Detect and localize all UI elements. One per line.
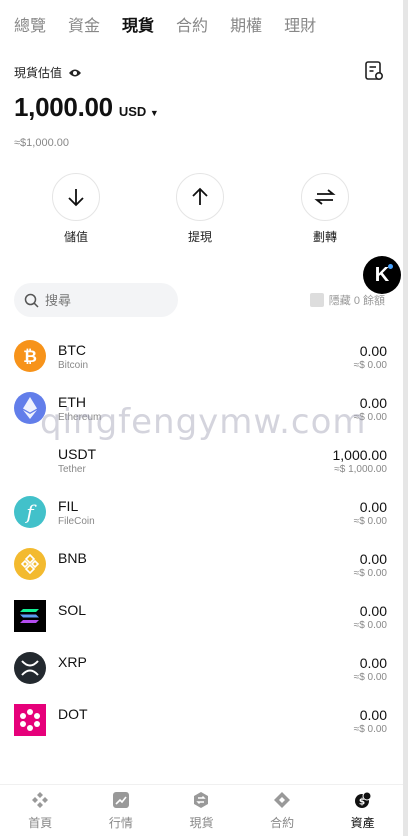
tab-earn[interactable]: 理財 xyxy=(284,12,316,36)
coin-row-usdt[interactable]: USDT Tether 1,000.00 ≈$ 1,000.00 xyxy=(0,440,403,492)
screen-edge xyxy=(403,0,408,836)
fiat-value: ≈$1,000.00 xyxy=(14,137,69,149)
coin-symbol: SOL xyxy=(58,602,87,618)
coin-fiat: ≈$ 0.00 xyxy=(353,724,387,735)
coin-fiat: ≈$ 0.00 xyxy=(353,360,387,371)
arrow-up-icon xyxy=(176,173,224,221)
tab-futures[interactable]: 合約 xyxy=(176,12,208,36)
coin-list: ₿ BTC Bitcoin 0.00 ≈$ 0.00 ETH Ethereum … xyxy=(0,336,403,752)
coin-fiat: ≈$ 1,000.00 xyxy=(334,464,387,475)
report-icon[interactable] xyxy=(363,60,385,82)
coin-row-sol[interactable]: SOL 0.00 ≈$ 0.00 xyxy=(0,596,403,648)
nav-market[interactable]: 行情 xyxy=(81,785,162,836)
coin-fiat: ≈$ 0.00 xyxy=(353,620,387,631)
nav-assets-label: 資產 xyxy=(350,815,375,830)
search-box[interactable] xyxy=(14,283,178,317)
home-icon xyxy=(32,791,49,808)
svg-text:₿: ₿ xyxy=(23,347,37,367)
tab-funding[interactable]: 資金 xyxy=(68,12,100,36)
coin-fiat: ≈$ 0.00 xyxy=(353,672,387,683)
nav-home[interactable]: 首頁 xyxy=(0,785,81,836)
coin-fiat: ≈$ 0.00 xyxy=(353,568,387,579)
nav-futures-label: 合約 xyxy=(270,815,295,830)
top-tabs: 總覽 資金 現貨 合約 期權 理財 xyxy=(14,12,316,36)
nav-spot-label: 現貨 xyxy=(189,815,214,830)
hide-zero-checkbox[interactable] xyxy=(309,293,324,307)
coin-name: Ethereum xyxy=(58,412,102,423)
coin-symbol: DOT xyxy=(58,706,88,722)
coin-amount: 0.00 xyxy=(359,603,387,619)
ethereum-icon xyxy=(14,392,46,424)
coin-row-bnb[interactable]: BNB 0.00 ≈$ 0.00 xyxy=(0,544,403,596)
spot-icon xyxy=(194,791,209,808)
assets-icon: $ xyxy=(354,791,372,808)
coin-fiat: ≈$ 0.00 xyxy=(353,516,387,527)
nav-assets[interactable]: $ 資產 xyxy=(322,785,403,836)
coin-amount: 0.00 xyxy=(359,551,387,567)
coin-symbol: BTC xyxy=(58,342,86,358)
coin-amount: 0.00 xyxy=(359,499,387,515)
coin-symbol: ETH xyxy=(58,394,86,410)
polkadot-icon xyxy=(14,704,46,736)
currency-label: USD xyxy=(118,104,147,119)
nav-market-label: 行情 xyxy=(108,815,133,830)
transfer-icon xyxy=(301,173,349,221)
deposit-button[interactable]: 儲值 xyxy=(36,173,116,245)
tab-overview[interactable]: 總覽 xyxy=(14,12,46,36)
coin-amount: 0.00 xyxy=(359,707,387,723)
market-icon xyxy=(112,791,129,808)
withdraw-button[interactable]: 提現 xyxy=(160,173,240,245)
bnb-icon xyxy=(14,548,46,580)
search-input[interactable] xyxy=(45,292,155,308)
coin-name: FileCoin xyxy=(58,516,95,527)
transfer-button[interactable]: 劃轉 xyxy=(285,173,365,245)
svg-text:$: $ xyxy=(359,797,365,807)
coin-row-eth[interactable]: ETH Ethereum 0.00 ≈$ 0.00 xyxy=(0,388,403,440)
coin-amount: 0.00 xyxy=(359,395,387,411)
coin-symbol: BNB xyxy=(58,550,87,566)
hide-zero-label: 隱藏 0 餘額 xyxy=(328,295,385,307)
transfer-label: 劃轉 xyxy=(312,230,337,244)
coin-amount: 1,000.00 xyxy=(332,447,388,463)
futures-icon xyxy=(274,791,291,808)
k-dot xyxy=(388,264,393,269)
floating-k-button[interactable]: K xyxy=(363,256,401,294)
withdraw-label: 提現 xyxy=(187,230,212,244)
coin-symbol: XRP xyxy=(58,654,87,670)
coin-name: Bitcoin xyxy=(58,360,89,371)
coin-row-dot[interactable]: DOT 0.00 ≈$ 0.00 xyxy=(0,700,403,752)
coin-symbol: FIL xyxy=(58,498,79,514)
hide-zero-toggle[interactable]: 隱藏 0 餘額 xyxy=(309,292,385,308)
nav-spot[interactable]: 現貨 xyxy=(161,785,242,836)
nav-home-label: 首頁 xyxy=(28,815,53,830)
deposit-label: 儲值 xyxy=(63,230,88,244)
tab-options[interactable]: 期權 xyxy=(230,12,262,36)
coin-row-xrp[interactable]: XRP 0.00 ≈$ 0.00 xyxy=(0,648,403,700)
eye-icon[interactable] xyxy=(68,68,82,78)
app-window: 總覽 資金 現貨 合約 期權 理財 現貨估值 1,000.00 USD ▼ ≈$… xyxy=(0,0,403,836)
valuation-label: 現貨估值 xyxy=(14,66,63,80)
coin-fiat: ≈$ 0.00 xyxy=(353,412,387,423)
coin-row-btc[interactable]: ₿ BTC Bitcoin 0.00 ≈$ 0.00 xyxy=(0,336,403,388)
filecoin-icon: f xyxy=(14,496,46,528)
search-icon xyxy=(24,293,39,308)
coin-name: Tether xyxy=(58,464,86,475)
valuation-row: 現貨估值 xyxy=(14,64,82,81)
bottom-nav: 首頁 行情 現貨 合約 $ 資產 xyxy=(0,784,403,836)
coin-amount: 0.00 xyxy=(359,343,387,359)
coin-amount: 0.00 xyxy=(359,655,387,671)
caret-down-icon: ▼ xyxy=(149,108,159,118)
nav-futures[interactable]: 合約 xyxy=(242,785,323,836)
bitcoin-icon: ₿ xyxy=(14,340,46,372)
xrp-icon xyxy=(14,652,46,684)
balance-row: 1,000.00 USD ▼ xyxy=(14,92,159,123)
tab-spot[interactable]: 現貨 xyxy=(122,12,154,36)
coin-row-fil[interactable]: f FIL FileCoin 0.00 ≈$ 0.00 xyxy=(0,492,403,544)
arrow-down-icon xyxy=(52,173,100,221)
coin-symbol: USDT xyxy=(58,446,97,462)
solana-icon xyxy=(14,600,46,632)
balance-value: 1,000.00 xyxy=(14,92,113,122)
tether-icon xyxy=(14,444,46,476)
currency-selector[interactable]: USD ▼ xyxy=(119,104,159,119)
